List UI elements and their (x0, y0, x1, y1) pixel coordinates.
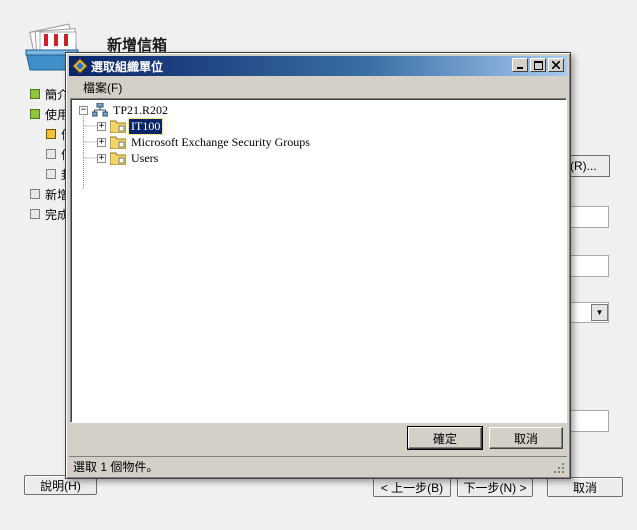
ou-folder-icon (110, 136, 126, 149)
menu-file[interactable]: 檔案(F) (69, 79, 128, 96)
tree-node-exchange-security-groups[interactable]: + Microsoft Exchange Security Groups (97, 134, 312, 150)
next-button[interactable]: 下一步(N) > (457, 477, 533, 497)
chevron-down-icon[interactable]: ▼ (591, 304, 608, 321)
expand-icon[interactable]: + (97, 121, 106, 131)
dialog-title: 選取組織單位 (91, 59, 164, 74)
browse-button[interactable]: (R)... (567, 155, 610, 177)
status-bar: 選取 1 個物件。 (69, 456, 567, 476)
step-pending-icon (30, 189, 40, 199)
step-pending-icon (46, 149, 56, 159)
step-pending-icon (46, 169, 56, 179)
step-done-icon (30, 109, 40, 119)
tree-node-users[interactable]: + Users (97, 150, 160, 166)
close-icon[interactable] (548, 58, 564, 72)
tree-label: TP21.R202 (113, 102, 169, 117)
tree-node-it100[interactable]: + IT100 (97, 117, 164, 135)
minimize-icon[interactable] (512, 58, 528, 72)
text-field[interactable] (570, 206, 609, 228)
dialog-titlebar[interactable]: 選取組織單位 (69, 56, 567, 76)
cancel-button[interactable]: 取消 (547, 477, 623, 497)
step-intro: 簡介 (30, 86, 69, 102)
step-done-icon (30, 89, 40, 99)
step-pending-icon (30, 209, 40, 219)
select-ou-dialog: 選取組織單位 檔案(F) − TP21.R202 + IT100 + Micro… (65, 52, 571, 479)
step-new-mailbox: 新增信箱 (30, 186, 69, 202)
ok-button[interactable]: 確定 (407, 426, 483, 450)
expand-icon[interactable]: + (97, 137, 106, 147)
dialog-cancel-button[interactable]: 取消 (489, 427, 563, 449)
step-current-icon (46, 129, 56, 139)
tree-label: IT100 (127, 117, 164, 135)
text-field[interactable] (570, 255, 609, 277)
expand-icon[interactable]: + (97, 153, 106, 163)
directory-icon (72, 58, 88, 74)
step-user-type: 使用者類型 (30, 106, 69, 122)
maximize-icon[interactable] (530, 58, 546, 72)
ou-tree[interactable]: − TP21.R202 + IT100 + Microsoft Exchange… (70, 98, 567, 423)
tree-label: Microsoft Exchange Security Groups (131, 134, 310, 149)
status-text: 選取 1 個物件。 (73, 460, 159, 474)
resize-grip-icon[interactable] (553, 462, 565, 474)
text-field[interactable] (570, 410, 609, 432)
menu-bar: 檔案(F) (69, 78, 567, 96)
ou-folder-icon (110, 152, 126, 165)
back-button[interactable]: < 上一步(B) (373, 477, 451, 497)
step-complete: 完成 (30, 206, 69, 222)
tree-label: Users (131, 150, 159, 165)
ou-folder-icon (110, 120, 126, 133)
